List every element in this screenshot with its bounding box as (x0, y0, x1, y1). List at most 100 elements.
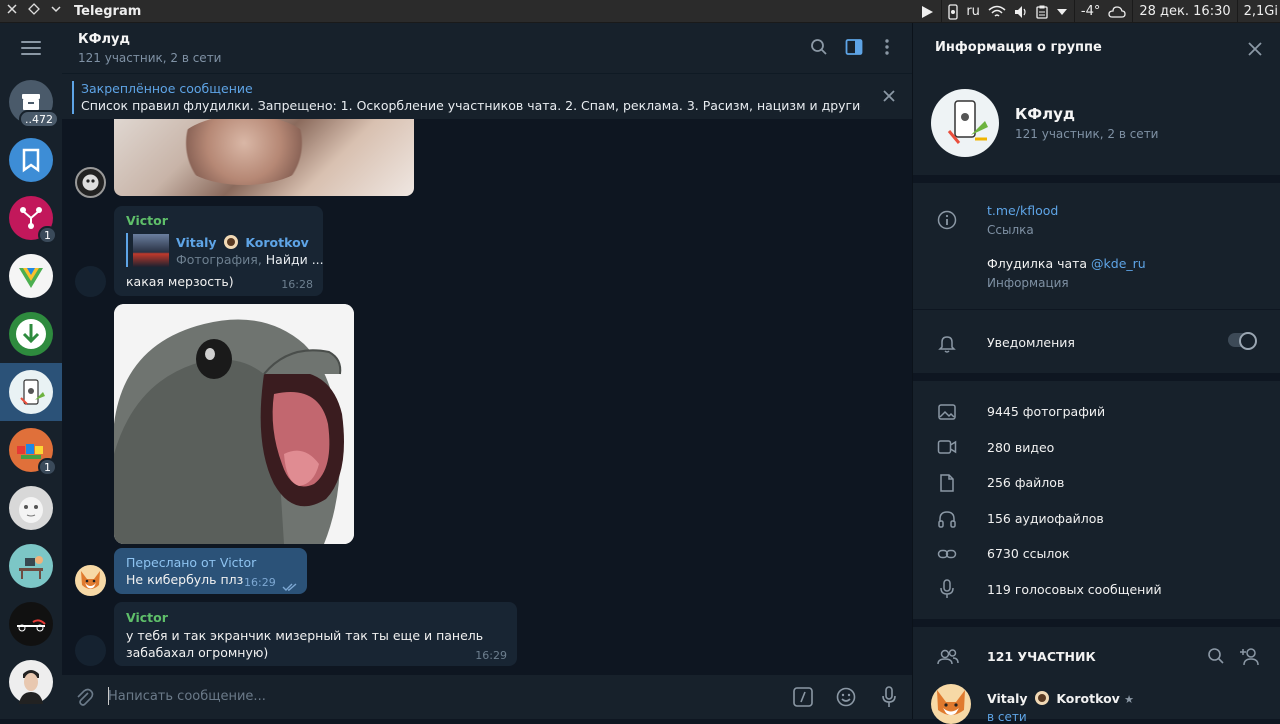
message-time: 16:28 (281, 278, 313, 291)
message-bubble-forwarded[interactable]: Переслано от Victor Не кибербуль плз 16:… (114, 548, 307, 594)
group-info-panel: Информация о группе КФлуд 121 участник, … (912, 23, 1280, 724)
clock[interactable]: 28 дек. 16:30 (1139, 4, 1230, 19)
member-name-first: Vitaly (987, 691, 1028, 706)
reply-preview: Фотография, Найди ... (176, 252, 324, 267)
message-author[interactable]: Victor (126, 610, 168, 625)
sidebar-item-colorful[interactable]: 1 (9, 428, 57, 476)
seal-photo (114, 304, 354, 544)
message-text-line: у тебя и так экранчик мизерный так ты ещ… (126, 628, 484, 643)
sidebar-item-google-drive[interactable] (9, 254, 53, 298)
members-icon (937, 647, 959, 671)
play-icon[interactable] (919, 4, 935, 20)
media-row-voice[interactable]: 119 голосовых сообщений (987, 582, 1162, 597)
member-name[interactable]: Vitaly Korotkov ★ (987, 691, 1134, 706)
headphones-icon (937, 509, 957, 533)
member-name-last: Korotkov (1056, 691, 1120, 706)
notifications-toggle[interactable] (1228, 332, 1257, 350)
media-row-files[interactable]: 256 файлов (987, 475, 1064, 490)
diamond-icon[interactable] (28, 3, 40, 19)
sidebar-item-moto[interactable] (9, 602, 53, 646)
message-composer[interactable]: Написать сообщение... (62, 675, 912, 719)
group-description: Флудилка чата @kde_ru (987, 256, 1146, 271)
group-link-label: Ссылка (987, 223, 1034, 237)
volume-icon[interactable] (1014, 5, 1028, 19)
chat-subtitle: 121 участник, 2 в сети (78, 51, 222, 65)
avatar[interactable] (75, 635, 106, 666)
close-icon[interactable] (1248, 41, 1262, 60)
message-bubble[interactable]: Victor Vitaly Korotkov Фотография, Найди… (114, 206, 324, 296)
message-text: Не кибербуль плз (126, 572, 244, 587)
reply-type: Фотография, (176, 252, 262, 267)
search-icon[interactable] (810, 38, 828, 60)
pinned-text: Список правил флудилки. Запрещено: 1. Ос… (81, 98, 861, 113)
close-icon[interactable] (6, 3, 18, 19)
photo-message-seal[interactable] (114, 304, 354, 544)
phone-connect-icon[interactable] (948, 3, 958, 20)
reply-author-last: Korotkov (245, 235, 309, 250)
chat-title[interactable]: КФлуд (78, 32, 130, 47)
media-row-videos[interactable]: 280 видео (987, 440, 1054, 455)
group-link[interactable]: t.me/kflood (987, 203, 1058, 218)
download-icon (16, 319, 46, 349)
search-members-icon[interactable] (1207, 647, 1225, 669)
avatar[interactable] (75, 565, 106, 596)
system-top-bar: Telegram ru -4° 28 дек. 16:30 2,1Gi (0, 0, 1280, 23)
emoji-icon[interactable] (836, 687, 856, 711)
attach-icon[interactable] (74, 687, 94, 711)
media-row-links[interactable]: 6730 ссылок (987, 546, 1070, 561)
cloud-icon (1108, 5, 1127, 18)
message-text-line: забабахал огромную) (126, 645, 269, 660)
add-member-icon[interactable] (1239, 646, 1261, 670)
bot-commands-icon[interactable] (793, 687, 813, 711)
avatar[interactable] (75, 266, 106, 297)
reply-author[interactable]: Vitaly Korotkov (176, 235, 309, 250)
drive-icon (19, 268, 43, 288)
eye-emoji-icon (1034, 691, 1049, 705)
description-prefix: Флудилка чата (987, 256, 1092, 271)
avatar[interactable] (75, 167, 106, 198)
sidebar-item-git[interactable]: 1 (9, 196, 57, 244)
group-name: КФлуд (1015, 105, 1076, 123)
kflood-avatar-icon (20, 379, 45, 405)
clipboard-icon[interactable] (1036, 5, 1048, 19)
wifi-icon[interactable] (988, 5, 1006, 19)
sidebar-item-desk[interactable] (9, 544, 53, 588)
sidebar-item-saved-messages[interactable] (9, 138, 53, 182)
window-title: Telegram (74, 3, 142, 19)
pinned-message[interactable]: Закреплённое сообщение Список правил флу… (62, 73, 912, 119)
sidebar-item-kflood[interactable] (9, 370, 53, 414)
group-description-label: Информация (987, 276, 1069, 290)
message-bubble[interactable]: Victor у тебя и так экранчик мизерный та… (114, 602, 517, 666)
sidebar-item-cat[interactable] (9, 486, 53, 530)
message-input[interactable]: Написать сообщение... (108, 689, 266, 704)
sidebar-toggle-icon[interactable] (845, 38, 863, 60)
keyboard-layout[interactable]: ru (966, 4, 980, 19)
microphone-icon[interactable] (881, 686, 897, 712)
group-avatar[interactable] (931, 89, 999, 157)
photo-message[interactable] (114, 119, 414, 196)
sidebar-item-archive[interactable]: ..472 (9, 80, 59, 128)
mention-link[interactable]: @kde_ru (1091, 256, 1146, 271)
sidebar-item-download[interactable] (9, 312, 53, 356)
media-row-photos[interactable]: 9445 фотографий (987, 404, 1105, 419)
message-time: 16:29 (475, 649, 507, 662)
dropdown-arrow-icon[interactable] (1056, 7, 1068, 17)
more-options-icon[interactable] (884, 38, 890, 60)
sidebar-item-person[interactable] (9, 660, 53, 704)
close-pinned-icon[interactable] (882, 88, 896, 107)
message-list[interactable]: Victor Vitaly Korotkov Фотография, Найди… (62, 119, 912, 675)
media-row-audio[interactable]: 156 аудиофайлов (987, 511, 1104, 526)
member-avatar[interactable] (931, 684, 971, 724)
bookmark-icon (22, 148, 40, 173)
link-icon (937, 544, 957, 568)
chevron-down-icon[interactable] (50, 3, 62, 19)
microphone-icon (937, 579, 957, 603)
unread-badge: ..472 (19, 110, 59, 128)
file-icon (937, 473, 957, 497)
menu-icon[interactable] (21, 41, 41, 59)
memory-usage: 2,1Gi (1243, 4, 1278, 19)
chat-header[interactable]: КФлуд 121 участник, 2 в сети (62, 23, 912, 73)
row-divider (913, 309, 1280, 310)
message-author[interactable]: Victor (126, 213, 168, 228)
forwarded-header[interactable]: Переслано от Victor (126, 555, 256, 570)
